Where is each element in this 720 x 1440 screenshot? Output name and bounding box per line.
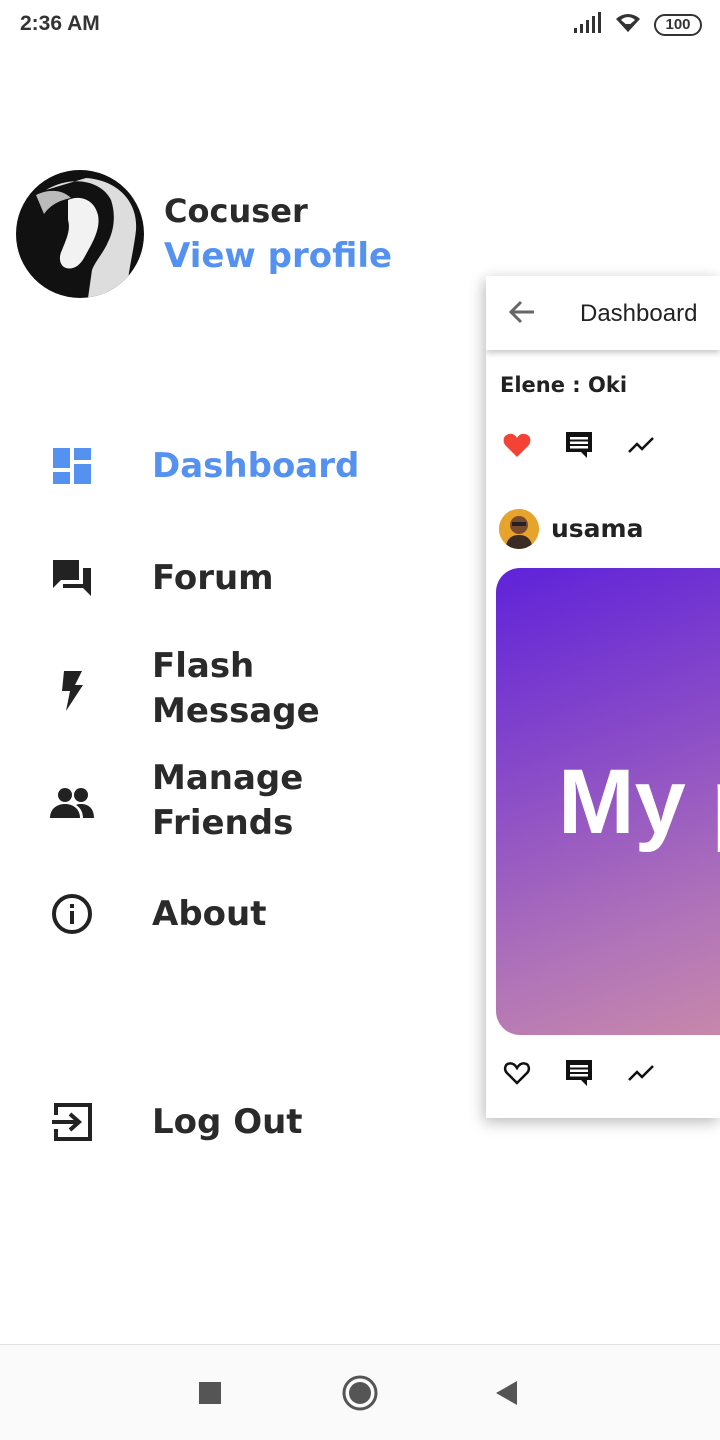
people-icon xyxy=(50,781,94,825)
menu-label-dashboard: Dashboard xyxy=(152,445,360,486)
info-icon xyxy=(50,892,94,936)
comment-icon[interactable] xyxy=(564,1058,594,1088)
back-button[interactable] xyxy=(484,1371,528,1415)
status-icons: 100 xyxy=(574,12,702,38)
profile-avatar[interactable] xyxy=(16,170,144,298)
wifi-icon xyxy=(614,12,642,38)
flash-icon xyxy=(50,669,94,713)
post-image[interactable]: My p xyxy=(496,568,720,1035)
battery-icon: 100 xyxy=(654,14,702,36)
menu-label-about: About xyxy=(152,893,267,934)
signal-icon xyxy=(574,12,602,38)
menu-item-logout[interactable]: Log Out xyxy=(0,1094,440,1150)
dashboard-icon xyxy=(50,444,94,488)
menu-item-dashboard[interactable]: Dashboard xyxy=(0,438,440,494)
comment-icon[interactable] xyxy=(564,430,594,460)
menu-label-flash-message: Flash Message xyxy=(152,646,320,731)
menu-item-manage-friends[interactable]: Manage Friends xyxy=(0,756,440,850)
post-actions-bottom xyxy=(502,1058,656,1088)
forum-icon xyxy=(50,556,94,600)
logout-icon xyxy=(50,1100,94,1144)
system-nav-bar xyxy=(0,1344,720,1440)
menu-label-forum: Forum xyxy=(152,557,274,598)
menu-label-logout: Log Out xyxy=(152,1101,303,1142)
post-username[interactable]: usama xyxy=(551,514,643,543)
comment-text: Elene : Oki xyxy=(500,373,628,397)
view-profile-link[interactable]: View profile xyxy=(164,236,392,276)
heart-filled-icon[interactable] xyxy=(502,430,532,460)
status-time: 2:36 AM xyxy=(20,12,100,35)
trending-icon[interactable] xyxy=(626,1058,656,1088)
dashboard-preview[interactable]: Dashboard Elene : Oki usama My xyxy=(486,276,720,1118)
trending-icon[interactable] xyxy=(626,430,656,460)
profile-name: Cocuser xyxy=(164,192,308,230)
menu-item-forum[interactable]: Forum xyxy=(0,550,440,606)
home-button[interactable] xyxy=(338,1371,382,1415)
post-user-avatar[interactable] xyxy=(499,509,539,549)
preview-app-bar: Dashboard xyxy=(486,276,720,350)
heart-outline-icon[interactable] xyxy=(502,1058,532,1088)
menu-label-manage-friends: Manage Friends xyxy=(152,758,304,843)
menu-item-flash-message[interactable]: Flash Message xyxy=(0,644,440,738)
post-actions-top xyxy=(502,430,656,460)
recents-button[interactable] xyxy=(188,1371,232,1415)
back-arrow-icon[interactable] xyxy=(508,298,536,326)
menu-item-about[interactable]: About xyxy=(0,886,440,942)
preview-title: Dashboard xyxy=(580,300,698,327)
status-bar: 2:36 AM 100 xyxy=(0,0,720,52)
post-image-text: My p xyxy=(558,751,720,853)
